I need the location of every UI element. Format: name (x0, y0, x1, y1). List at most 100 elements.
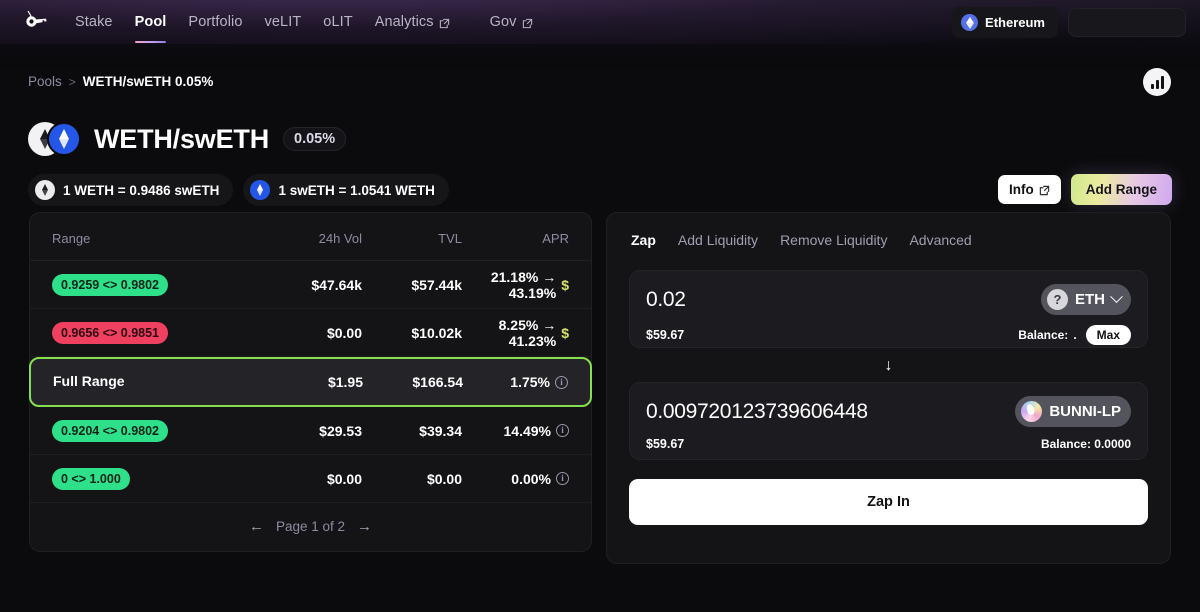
page-indicator: Page 1 of 2 (275, 518, 346, 534)
to-meta-row: $59.67 Balance: 0.0000 (646, 437, 1131, 451)
from-balance-wrap: Balance: . Max (1018, 325, 1131, 345)
top-navigation-bar: Stake Pool Portfolio veLIT oLIT Analytic… (0, 0, 1200, 68)
weth-icon (35, 180, 55, 200)
external-link-icon (439, 17, 450, 28)
to-token-label: BUNNI-LP (1049, 403, 1121, 420)
tab-remove-liquidity[interactable]: Remove Liquidity (780, 232, 887, 248)
pool-title-row: WETH/swETH 0.05% (28, 122, 347, 156)
apr-value: 21.18% → 43.19% (490, 268, 557, 301)
zap-in-button[interactable]: Zap In (629, 479, 1148, 525)
to-balance-label: Balance: 0.0000 (1040, 437, 1131, 451)
page-title: WETH/swETH (94, 123, 270, 154)
chevron-down-icon (1110, 290, 1123, 304)
tvl-cell: $10.02k (411, 324, 462, 341)
zap-from-field: 0.02 ? ETH $59.67 Balance: . Max (629, 270, 1148, 348)
volume-cell: $0.00 (326, 324, 362, 341)
table-row[interactable]: 0 <> 1.000 $0.00 $0.00 0.00% i (30, 455, 591, 503)
info-button[interactable]: Info (997, 175, 1061, 204)
to-amount-row: 0.009720123739606448 BUNNI-LP (646, 396, 1131, 427)
to-amount-input[interactable]: 0.009720123739606448 (646, 400, 868, 424)
rate-chip-weth[interactable]: 1 WETH = 0.9486 swETH (28, 174, 234, 206)
connect-wallet-button[interactable] (1068, 7, 1186, 37)
bunni-bars-icon[interactable] (1143, 68, 1171, 96)
nav-label: Analytics (374, 14, 434, 30)
breadcrumb-pools-link[interactable]: Pools (28, 74, 62, 89)
key-logo-icon[interactable] (18, 7, 52, 37)
chain-label: Ethereum (985, 14, 1045, 30)
nav-item-portfolio[interactable]: Portfolio (177, 10, 253, 34)
table-header: Range 24h Vol TVL APR (30, 213, 591, 261)
dollar-icon: $ (561, 276, 569, 293)
from-token-label: ETH (1075, 291, 1105, 308)
from-token-selector[interactable]: ? ETH (1041, 284, 1131, 315)
range-label: Full Range (53, 373, 125, 389)
tab-add-liquidity[interactable]: Add Liquidity (678, 232, 758, 248)
bars-glyph (1150, 76, 1164, 89)
from-usd-value: $59.67 (646, 328, 685, 342)
nav-label: veLIT (264, 14, 302, 30)
tvl-cell: $57.44k (411, 276, 462, 293)
volume-cell: $1.95 (327, 374, 363, 390)
apr-cell: 1.75% i (463, 374, 568, 390)
header-right-controls: Ethereum (952, 6, 1186, 38)
external-link-icon (1039, 184, 1050, 196)
tab-zap[interactable]: Zap (631, 232, 656, 248)
arrow-left-icon[interactable]: ← (249, 518, 264, 535)
from-balance-label: Balance: (1018, 328, 1069, 342)
zap-to-field: 0.009720123739606448 BUNNI-LP $59.67 Bal… (629, 382, 1148, 460)
nav-label: Portfolio (188, 14, 243, 30)
chain-selector[interactable]: Ethereum (952, 6, 1058, 38)
range-cell: 0 <> 1.000 (52, 467, 252, 490)
info-icon[interactable]: i (556, 424, 569, 437)
to-usd-value: $59.67 (646, 437, 685, 451)
range-cell: 0.9259 <> 0.9802 (52, 273, 252, 296)
volume-cell: $47.64k (311, 276, 362, 293)
tab-advanced[interactable]: Advanced (909, 232, 971, 248)
breadcrumb: Pools > WETH/swETH 0.05% (28, 74, 213, 89)
rate-chip-sweth[interactable]: 1 swETH = 1.0541 WETH (243, 174, 449, 206)
from-amount-input[interactable]: 0.02 (646, 288, 686, 312)
apr-value: 0.00% (511, 470, 551, 487)
nav-item-analytics[interactable]: Analytics (364, 10, 461, 34)
range-badge: 0.9656 <> 0.9851 (52, 321, 169, 344)
ranges-table-panel: Range 24h Vol TVL APR 0.9259 <> 0.9802 $… (29, 212, 592, 552)
main-nav: Stake Pool Portfolio veLIT oLIT Analytic… (64, 10, 544, 43)
range-badge: 0 <> 1.000 (52, 467, 130, 490)
to-token-selector[interactable]: BUNNI-LP (1015, 396, 1131, 427)
nav-item-velit[interactable]: veLIT (254, 10, 313, 34)
nav-item-olit[interactable]: oLIT (312, 10, 363, 34)
from-amount-row: 0.02 ? ETH (646, 284, 1131, 315)
table-row[interactable]: 0.9656 <> 0.9851 $0.00 $10.02k 8.25% → 4… (30, 309, 591, 357)
nav-item-pool[interactable]: Pool (124, 10, 178, 43)
column-header-apr: APR (542, 231, 569, 246)
rate-text: 1 swETH = 1.0541 WETH (278, 182, 435, 198)
nav-label: Gov (489, 14, 517, 30)
max-button[interactable]: Max (1085, 325, 1131, 345)
column-header-range: Range (52, 231, 91, 246)
tvl-cell: $166.54 (412, 374, 463, 390)
info-icon[interactable]: i (555, 375, 568, 389)
apr-value: 14.49% (503, 422, 551, 439)
sweth-icon (250, 180, 271, 200)
external-link-icon (522, 17, 533, 28)
add-range-button[interactable]: Add Range (1070, 174, 1172, 205)
breadcrumb-separator: > (68, 74, 76, 89)
tvl-cell: $39.34 (419, 422, 462, 439)
nav-item-stake[interactable]: Stake (64, 10, 124, 34)
zap-panel: Zap Add Liquidity Remove Liquidity Advan… (606, 212, 1171, 564)
from-meta-row: $59.67 Balance: . Max (646, 325, 1131, 345)
nav-item-gov[interactable]: Gov (479, 10, 544, 34)
info-icon[interactable]: i (556, 472, 569, 485)
token-pair-icons (28, 122, 81, 156)
table-row-selected[interactable]: Full Range $1.95 $166.54 1.75% i (29, 357, 592, 407)
table-row[interactable]: 0.9259 <> 0.9802 $47.64k $57.44k 21.18% … (30, 261, 591, 309)
question-mark-icon: ? (1047, 289, 1068, 310)
range-cell: 0.9204 <> 0.9802 (52, 419, 252, 442)
table-row[interactable]: 0.9204 <> 0.9802 $29.53 $39.34 14.49% i (30, 407, 591, 455)
range-cell: 0.9656 <> 0.9851 (52, 321, 252, 344)
zap-tabs: Zap Add Liquidity Remove Liquidity Advan… (607, 213, 1170, 248)
ethereum-icon (961, 13, 979, 31)
fee-tier-badge: 0.05% (283, 127, 347, 151)
arrow-right-icon[interactable]: → (357, 518, 372, 535)
apr-cell: 21.18% → 43.19% $ (462, 269, 569, 301)
